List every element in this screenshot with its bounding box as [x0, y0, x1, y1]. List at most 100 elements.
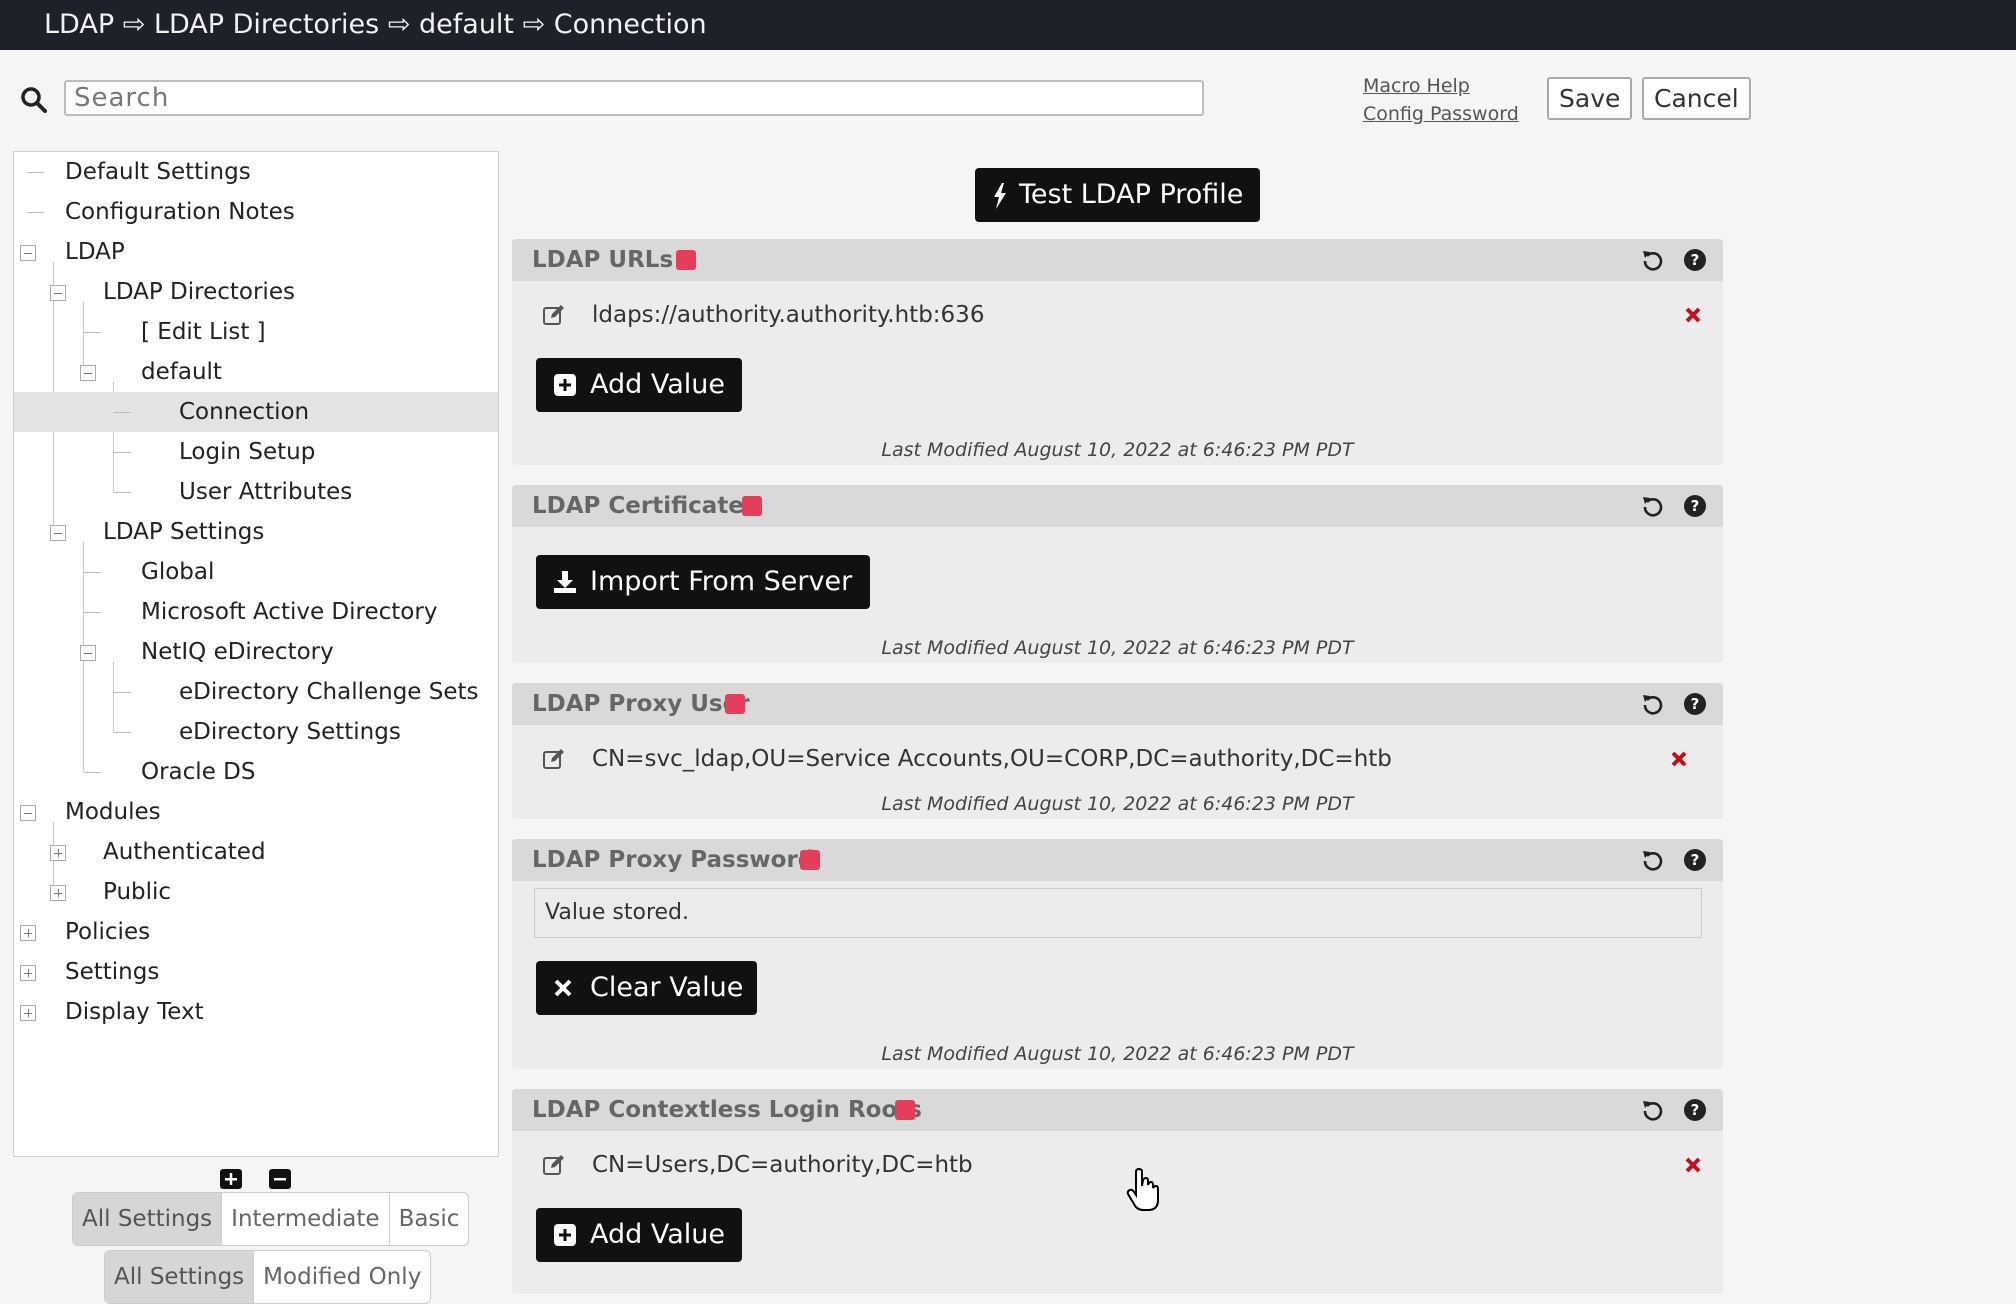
- tree-item-edirectory-challenge-sets[interactable]: eDirectory Challenge Sets: [14, 672, 498, 712]
- reset-icon[interactable]: [1641, 692, 1665, 716]
- import-from-server-button[interactable]: Import From Server: [536, 555, 870, 609]
- panel-ldap-certificates: LDAP Certificates ? Import From Server L…: [512, 485, 1723, 663]
- collapse-icon[interactable]: [50, 285, 66, 301]
- tree-item-public[interactable]: Public: [14, 872, 498, 912]
- modified-filter-all[interactable]: All Settings: [105, 1251, 255, 1303]
- panel-title: LDAP URLs: [532, 247, 674, 273]
- cancel-button[interactable]: Cancel: [1642, 77, 1751, 120]
- tree-item-ldap-settings[interactable]: LDAP Settings: [14, 512, 498, 552]
- help-icon[interactable]: ?: [1683, 848, 1707, 872]
- panel-title: LDAP Contextless Login Roots: [532, 1097, 922, 1123]
- header-links: Macro Help Config Password: [1363, 72, 1519, 128]
- collapse-icon[interactable]: [20, 245, 36, 261]
- edit-badge-icon: [895, 1100, 915, 1120]
- tree-item-label: LDAP Settings: [103, 519, 265, 545]
- pencil-icon[interactable]: [542, 747, 566, 771]
- tree-item-ldap-directories[interactable]: LDAP Directories: [14, 272, 498, 312]
- tree-item-global[interactable]: Global: [14, 552, 498, 592]
- help-icon[interactable]: ?: [1683, 494, 1707, 518]
- panel-ldap-urls: LDAP URLs ? ldaps://authority.authority.…: [512, 239, 1723, 465]
- collapse-icon[interactable]: [20, 805, 36, 821]
- hand-cursor-icon: [1126, 1168, 1159, 1211]
- collapse-icon[interactable]: [50, 525, 66, 541]
- expand-icon[interactable]: [50, 885, 66, 901]
- reset-icon[interactable]: [1641, 248, 1665, 272]
- expand-all-icon[interactable]: [219, 1168, 243, 1190]
- tree-item-authenticated[interactable]: Authenticated: [14, 832, 498, 872]
- help-icon[interactable]: ?: [1683, 1098, 1707, 1122]
- panel-ldap-proxy-user: LDAP Proxy User ? CN=svc_ldap,OU=Service…: [512, 683, 1723, 819]
- level-filter-all[interactable]: All Settings: [73, 1193, 223, 1245]
- remove-icon[interactable]: [1671, 751, 1687, 767]
- tree-item-microsoft-active-directory[interactable]: Microsoft Active Directory: [14, 592, 498, 632]
- tree-item-label: Configuration Notes: [65, 199, 295, 225]
- tree-item-policies[interactable]: Policies: [14, 912, 498, 952]
- test-ldap-profile-button[interactable]: Test LDAP Profile: [975, 168, 1260, 222]
- expand-icon[interactable]: [20, 1005, 36, 1021]
- tree-connector: [27, 172, 44, 173]
- login-root-value: CN=Users,DC=authority,DC=htb: [592, 1152, 973, 1178]
- modified-filter-modified-only[interactable]: Modified Only: [254, 1251, 430, 1303]
- tree-item-edit-list[interactable]: [ Edit List ]: [14, 312, 498, 352]
- reset-icon[interactable]: [1641, 848, 1665, 872]
- tree-item-default[interactable]: default: [14, 352, 498, 392]
- expand-icon[interactable]: [20, 965, 36, 981]
- macro-help-link[interactable]: Macro Help: [1363, 72, 1519, 100]
- panel-header: LDAP Certificates ?: [512, 485, 1723, 527]
- tree-item-label: Login Setup: [179, 439, 316, 465]
- tree-item-connection[interactable]: Connection: [14, 392, 498, 432]
- expand-icon[interactable]: [50, 845, 66, 861]
- reset-icon[interactable]: [1641, 1098, 1665, 1122]
- tree-item-ldap[interactable]: LDAP: [14, 232, 498, 272]
- search-input[interactable]: [64, 80, 1204, 116]
- search-icon: [21, 87, 47, 113]
- tree-item-label: eDirectory Settings: [179, 719, 401, 745]
- tree-item-user-attributes[interactable]: User Attributes: [14, 472, 498, 512]
- level-filter-basic[interactable]: Basic: [390, 1193, 469, 1245]
- collapse-icon[interactable]: [80, 645, 96, 661]
- tree-item-oracle-ds[interactable]: Oracle DS: [14, 752, 498, 792]
- tree-item-label: Public: [103, 879, 172, 905]
- tree-connector: [114, 452, 131, 453]
- help-icon[interactable]: ?: [1683, 692, 1707, 716]
- level-filter-intermediate[interactable]: Intermediate: [222, 1193, 390, 1245]
- edit-badge-icon: [725, 694, 745, 714]
- panel-title: LDAP Proxy Password: [532, 847, 815, 873]
- last-modified: Last Modified August 10, 2022 at 6:46:23…: [881, 439, 1354, 461]
- add-value-button[interactable]: Add Value: [536, 358, 742, 412]
- tree-item-settings[interactable]: Settings: [14, 952, 498, 992]
- add-value-label: Add Value: [590, 1219, 725, 1250]
- remove-icon[interactable]: [1685, 1157, 1701, 1173]
- password-stored-field: Value stored.: [534, 888, 1702, 938]
- ldap-url-value: ldaps://authority.authority.htb:636: [592, 302, 985, 328]
- panel-title: LDAP Proxy User: [532, 691, 750, 717]
- tree-item-label: Settings: [65, 959, 160, 985]
- tree-item-display-text[interactable]: Display Text: [14, 992, 498, 1032]
- expand-icon[interactable]: [20, 925, 36, 941]
- tree-item-edirectory-settings[interactable]: eDirectory Settings: [14, 712, 498, 752]
- reset-icon[interactable]: [1641, 494, 1665, 518]
- svg-text:?: ?: [1691, 695, 1700, 713]
- edit-badge-icon: [676, 250, 696, 270]
- remove-icon[interactable]: [1685, 307, 1701, 323]
- config-password-link[interactable]: Config Password: [1363, 100, 1519, 128]
- proxy-user-value: CN=svc_ldap,OU=Service Accounts,OU=CORP,…: [592, 746, 1392, 772]
- collapse-all-icon[interactable]: [268, 1168, 292, 1190]
- tree-item-label: NetIQ eDirectory: [141, 639, 334, 665]
- tree-item-netiq-edirectory[interactable]: NetIQ eDirectory: [14, 632, 498, 672]
- collapse-icon[interactable]: [80, 365, 96, 381]
- save-button[interactable]: Save: [1547, 77, 1633, 120]
- tree-item-configuration-notes[interactable]: Configuration Notes: [14, 192, 498, 232]
- tree-item-login-setup[interactable]: Login Setup: [14, 432, 498, 472]
- tree-item-modules[interactable]: Modules: [14, 792, 498, 832]
- import-from-server-label: Import From Server: [590, 566, 853, 597]
- clear-value-button[interactable]: Clear Value: [536, 961, 757, 1015]
- pencil-icon[interactable]: [542, 1153, 566, 1177]
- value-row: CN=svc_ldap,OU=Service Accounts,OU=CORP,…: [512, 739, 1723, 779]
- edit-badge-icon: [800, 850, 820, 870]
- help-icon[interactable]: ?: [1683, 248, 1707, 272]
- tree-item-default-settings[interactable]: Default Settings: [14, 152, 498, 192]
- svg-text:?: ?: [1691, 851, 1700, 869]
- add-value-button[interactable]: Add Value: [536, 1208, 742, 1262]
- pencil-icon[interactable]: [542, 303, 566, 327]
